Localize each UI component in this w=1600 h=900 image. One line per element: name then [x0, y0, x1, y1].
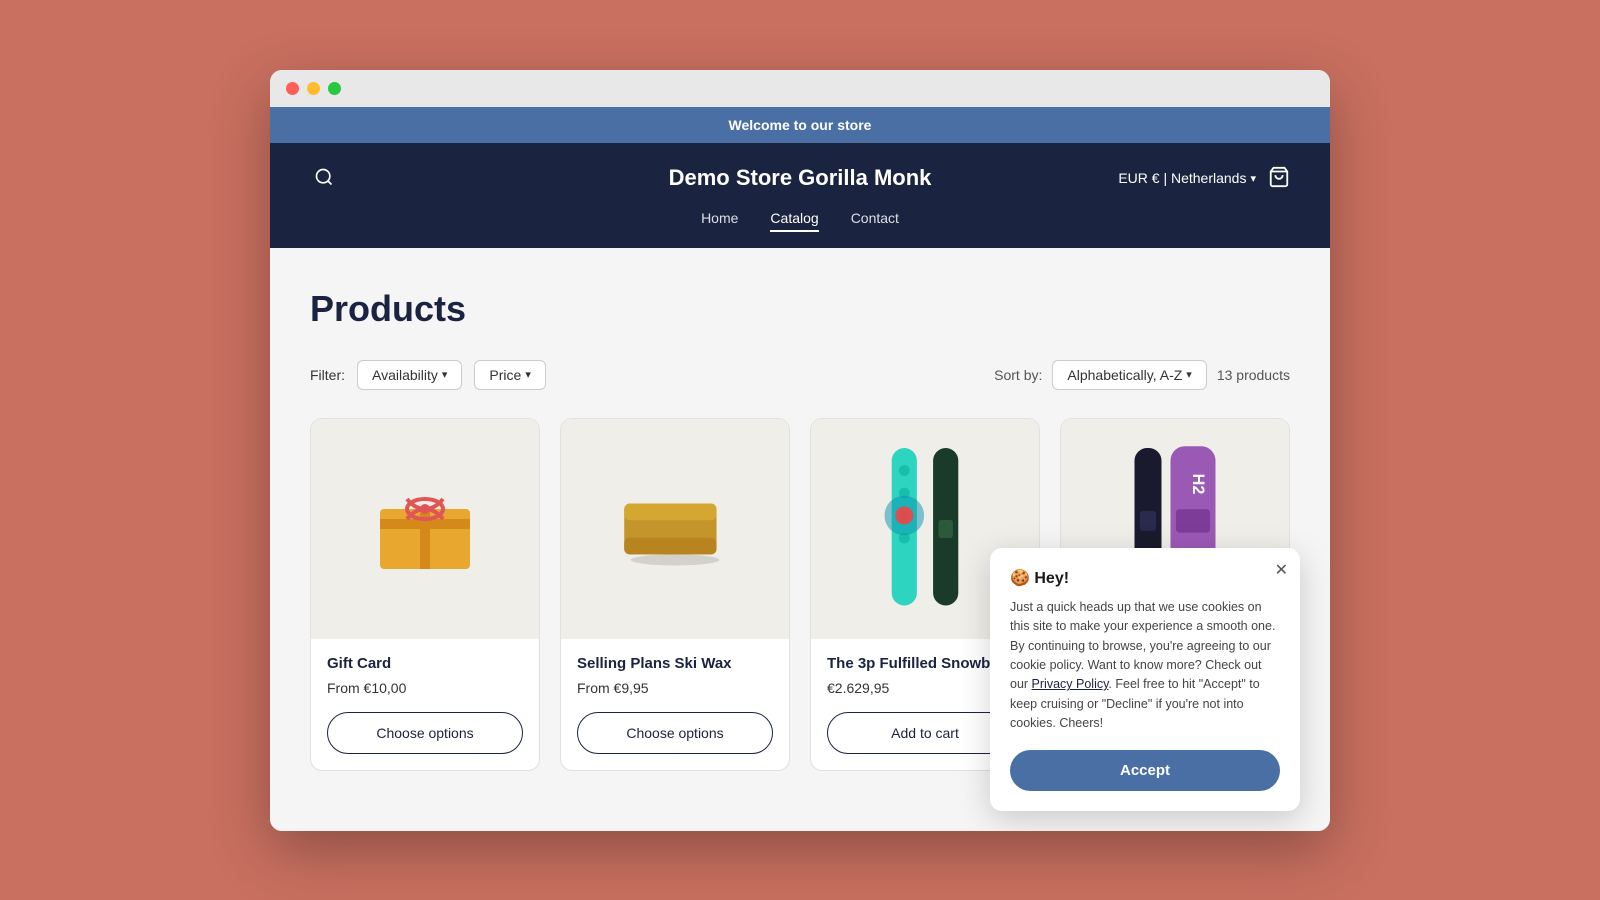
chevron-down-icon: ▾	[442, 368, 448, 381]
sort-label: Sort by:	[994, 367, 1042, 383]
product-card: Selling Plans Ski Wax From €9,95 Choose …	[560, 418, 790, 771]
cart-button[interactable]	[1268, 166, 1290, 191]
product-price: From €9,95	[577, 680, 773, 696]
header-left	[310, 163, 338, 194]
header-right: EUR € | Netherlands ▾	[1118, 166, 1290, 191]
cookie-emoji: 🍪	[1010, 570, 1030, 587]
chevron-down-icon: ▾	[1186, 368, 1192, 381]
minimize-dot[interactable]	[307, 82, 320, 95]
chevron-down-icon: ▾	[1250, 172, 1256, 185]
product-info: Selling Plans Ski Wax From €9,95	[561, 639, 789, 712]
products-count: 13 products	[1217, 367, 1290, 383]
sort-select[interactable]: Alphabetically, A-Z ▾	[1052, 360, 1206, 390]
browser-window: Welcome to our store Demo Store Gorilla …	[270, 70, 1330, 831]
cookie-popup: ✕ 🍪 Hey! Just a quick heads up that we u…	[990, 548, 1300, 811]
filter-label: Filter:	[310, 367, 345, 383]
product-image	[311, 419, 539, 639]
filter-left: Filter: Availability ▾ Price ▾	[310, 360, 546, 390]
product-name: Gift Card	[327, 655, 523, 672]
cookie-close-button[interactable]: ✕	[1275, 560, 1288, 580]
close-dot[interactable]	[286, 82, 299, 95]
availability-filter[interactable]: Availability ▾	[357, 360, 462, 390]
announcement-text: Welcome to our store	[729, 117, 872, 133]
product-info: Gift Card From €10,00	[311, 639, 539, 712]
page-title: Products	[310, 288, 1290, 330]
choose-options-button[interactable]: Choose options	[577, 712, 773, 754]
privacy-policy-link[interactable]: Privacy Policy	[1032, 677, 1109, 691]
chevron-down-icon: ▾	[525, 368, 531, 381]
currency-selector[interactable]: EUR € | Netherlands ▾	[1118, 170, 1256, 186]
cookie-title-text: Hey!	[1034, 570, 1069, 587]
nav-catalog[interactable]: Catalog	[770, 210, 818, 232]
product-card: Gift Card From €10,00 Choose options	[310, 418, 540, 771]
nav-contact[interactable]: Contact	[851, 210, 899, 232]
price-filter[interactable]: Price ▾	[474, 360, 545, 390]
product-name: Selling Plans Ski Wax	[577, 655, 773, 672]
currency-value: EUR € | Netherlands	[1118, 170, 1246, 186]
svg-text:H2: H2	[1189, 473, 1207, 494]
filter-bar: Filter: Availability ▾ Price ▾ Sort by: …	[310, 360, 1290, 390]
site-logo: Demo Store Gorilla Monk	[669, 165, 932, 191]
cookie-body: Just a quick heads up that we use cookie…	[1010, 598, 1280, 734]
browser-chrome	[270, 70, 1330, 107]
choose-options-button[interactable]: Choose options	[327, 712, 523, 754]
cookie-title: 🍪 Hey!	[1010, 568, 1280, 588]
cookie-accept-button[interactable]: Accept	[1010, 750, 1280, 791]
product-price: From €10,00	[327, 680, 523, 696]
maximize-dot[interactable]	[328, 82, 341, 95]
main-nav: Home Catalog Contact	[310, 210, 1290, 248]
site-header: Demo Store Gorilla Monk EUR € | Netherla…	[270, 143, 1330, 248]
search-button[interactable]	[310, 163, 338, 194]
announcement-bar: Welcome to our store	[270, 107, 1330, 143]
filter-right: Sort by: Alphabetically, A-Z ▾ 13 produc…	[994, 360, 1290, 390]
nav-home[interactable]: Home	[701, 210, 738, 232]
main-content: Products Filter: Availability ▾ Price ▾ …	[270, 248, 1330, 831]
product-image	[561, 419, 789, 639]
